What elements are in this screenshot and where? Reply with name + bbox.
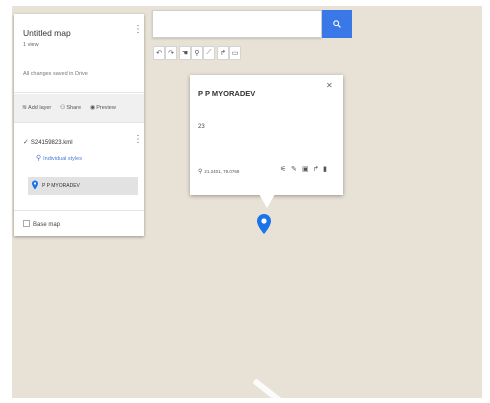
road-segment bbox=[252, 378, 288, 398]
add-layer-label: Add layer bbox=[28, 105, 52, 111]
preview-label: Preview bbox=[96, 105, 116, 111]
add-layer-icon: ≋ bbox=[22, 105, 28, 111]
ruler-icon: ▭ bbox=[231, 50, 239, 57]
more-vert-icon[interactable]: ⋮ bbox=[133, 25, 143, 35]
expand-icon bbox=[23, 220, 30, 227]
map-title[interactable]: Untitled map bbox=[23, 28, 71, 38]
coordinates-text: 21.2401, 79.0768 bbox=[204, 169, 240, 174]
search-button[interactable] bbox=[322, 10, 352, 38]
style-icon: ⚲ bbox=[36, 155, 42, 162]
line-icon: ⟋ bbox=[206, 49, 212, 56]
popup-pointer bbox=[259, 194, 275, 208]
map-marker-icon[interactable] bbox=[257, 214, 271, 234]
search-icon bbox=[333, 20, 341, 28]
search-input[interactable] bbox=[152, 10, 322, 38]
edit-button[interactable]: ✎ bbox=[291, 165, 297, 173]
layer-name: S24159823.kml bbox=[30, 140, 73, 146]
feature-label: P P MYORADEV bbox=[42, 183, 80, 189]
undo-button[interactable]: ↶ bbox=[153, 46, 165, 60]
popup-directions-button[interactable]: ↱ bbox=[313, 165, 319, 173]
pin-icon bbox=[32, 180, 38, 190]
more-vert-icon[interactable]: ⋮ bbox=[133, 135, 143, 145]
preview-button[interactable]: ◉Preview bbox=[90, 104, 116, 111]
directions-icon: ↱ bbox=[313, 166, 319, 173]
undo-icon: ↶ bbox=[156, 50, 162, 57]
base-map-label: Base map bbox=[33, 222, 61, 228]
camera-icon: ▣ bbox=[302, 166, 309, 173]
pencil-icon: ✎ bbox=[291, 166, 297, 173]
redo-button[interactable]: ↷ bbox=[165, 46, 177, 60]
popup-title: P P MYORADEV bbox=[198, 89, 256, 98]
redo-icon: ↷ bbox=[168, 50, 174, 57]
share-icon: ⚇ bbox=[60, 105, 66, 111]
directions-button[interactable]: ↱ bbox=[217, 46, 229, 60]
individual-styles-link[interactable]: ⚲ Individual styles bbox=[36, 154, 82, 162]
share-button[interactable]: ⚇Share bbox=[60, 104, 81, 111]
pin-icon: ⚲ bbox=[198, 169, 203, 175]
preview-icon: ◉ bbox=[90, 105, 96, 111]
divider bbox=[14, 210, 144, 211]
measure-button[interactable]: ▭ bbox=[229, 46, 241, 60]
hand-icon: ☚ bbox=[181, 50, 189, 57]
close-icon[interactable]: ✕ bbox=[326, 81, 333, 90]
map-panel: Untitled map 1 view ⋮ All changes saved … bbox=[14, 14, 144, 236]
share-label: Share bbox=[66, 105, 82, 111]
directions-icon: ↱ bbox=[220, 50, 226, 57]
layer-feature-row[interactable]: P P MYORADEV bbox=[28, 177, 138, 195]
divider bbox=[14, 92, 144, 93]
draw-line-button[interactable]: ⟋ bbox=[203, 46, 215, 60]
select-tool-button[interactable]: ☚ bbox=[179, 46, 191, 60]
map-views: 1 view bbox=[23, 42, 39, 48]
feature-popup: ✕ P P MYORADEV 23 ⚲ 21.2401, 79.0768 ⚟ ✎ … bbox=[190, 75, 343, 195]
layer-item[interactable]: ✓ S24159823.kml bbox=[23, 138, 73, 146]
delete-button[interactable]: ▮ bbox=[323, 165, 327, 173]
trash-icon: ▮ bbox=[323, 166, 327, 173]
styles-link-label: Individual styles bbox=[43, 156, 82, 162]
checkbox-icon[interactable]: ✓ bbox=[23, 139, 29, 146]
add-marker-button[interactable]: ⚲ bbox=[191, 46, 203, 60]
add-photo-button[interactable]: ▣ bbox=[302, 165, 309, 173]
saved-status: All changes saved in Drive bbox=[23, 71, 88, 77]
panel-actions: ≋Add layer ⚇Share ◉Preview bbox=[14, 94, 144, 122]
base-map-toggle[interactable]: Base map bbox=[23, 220, 60, 228]
popup-description: 23 bbox=[198, 124, 205, 130]
paint-icon: ⚟ bbox=[280, 166, 287, 173]
divider bbox=[14, 122, 144, 123]
add-layer-button[interactable]: ≋Add layer bbox=[22, 104, 51, 111]
popup-coordinates: ⚲ 21.2401, 79.0768 bbox=[198, 168, 239, 175]
marker-icon: ⚲ bbox=[194, 50, 200, 57]
style-button[interactable]: ⚟ bbox=[280, 165, 286, 173]
